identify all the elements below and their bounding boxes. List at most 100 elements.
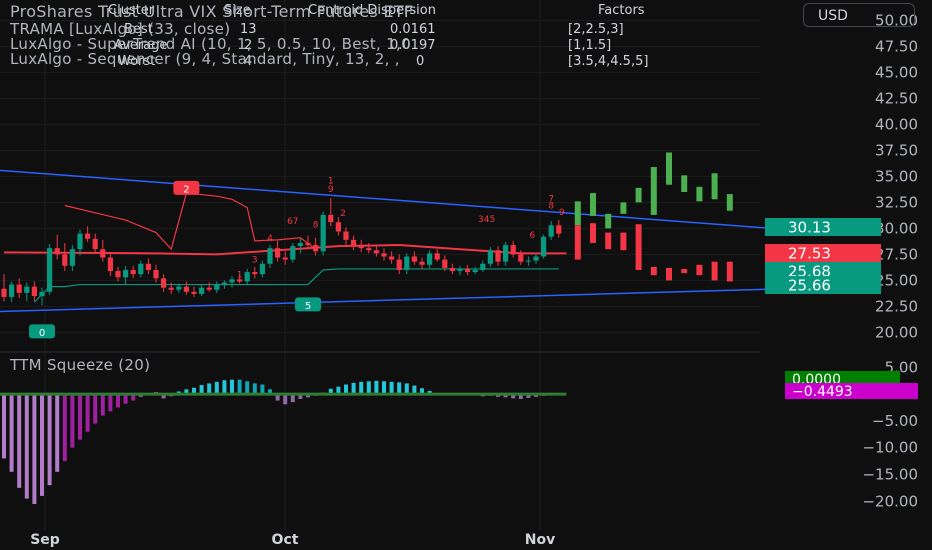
candle bbox=[244, 268, 250, 285]
candle-body bbox=[183, 286, 189, 292]
price-tick-label: 37.50 bbox=[875, 141, 918, 159]
candle-body bbox=[320, 214, 326, 252]
candle-body bbox=[548, 225, 554, 237]
osc-tick-label: −20.00 bbox=[862, 492, 918, 510]
candle bbox=[373, 246, 379, 257]
sequencer-count: 6 bbox=[529, 231, 535, 241]
candle bbox=[69, 245, 75, 272]
sequencer-count: 9 bbox=[559, 208, 565, 218]
sequencer-count: 4 bbox=[267, 234, 273, 244]
candle-body bbox=[259, 263, 265, 275]
candle-body bbox=[85, 233, 91, 239]
signal-bar bbox=[605, 213, 612, 229]
candle-body bbox=[54, 248, 60, 255]
candle-body bbox=[130, 270, 136, 275]
candle-body bbox=[252, 272, 258, 275]
candle bbox=[541, 234, 547, 259]
price-axis[interactable]: 20.00 22.50 25.00 27.50 30.00 32.50 35.00 37.50… bbox=[875, 11, 918, 341]
candle bbox=[54, 234, 60, 260]
candle bbox=[100, 239, 106, 262]
sequencer-count: 9 bbox=[328, 185, 334, 195]
osc-bar bbox=[47, 394, 52, 486]
currency-selector[interactable]: USD bbox=[803, 3, 915, 27]
time-tick-label: Oct bbox=[272, 532, 299, 548]
candle bbox=[457, 265, 463, 276]
squeeze-badge: −0.4493 bbox=[785, 383, 918, 400]
symbol-title[interactable]: ProShares Trust Ultra VIX Short-Term Fut… bbox=[10, 2, 413, 21]
osc-bar bbox=[55, 394, 60, 472]
table-cell: 0 bbox=[416, 54, 425, 69]
osc-tick-label: −5.00 bbox=[872, 412, 918, 430]
candle bbox=[206, 282, 212, 292]
candle-body bbox=[206, 287, 212, 290]
candle bbox=[320, 211, 326, 256]
candle bbox=[123, 265, 129, 285]
chart-canvas[interactable]: 20513467 81923456789 20.0022.5025.0027.50… bbox=[0, 0, 932, 550]
candle-body bbox=[69, 249, 75, 266]
candle-body bbox=[168, 287, 174, 290]
time-tick-label: Sep bbox=[30, 532, 60, 548]
price-tick-label: 27.50 bbox=[875, 245, 918, 263]
candle-body bbox=[221, 282, 227, 285]
candle bbox=[556, 220, 562, 238]
candle bbox=[1, 274, 7, 302]
candle bbox=[465, 264, 471, 276]
candle-body bbox=[39, 291, 45, 296]
candle-body bbox=[442, 259, 448, 268]
candle-body bbox=[556, 225, 562, 234]
price-tick-label: 20.00 bbox=[875, 323, 918, 341]
candle-body bbox=[115, 271, 121, 278]
candle-body bbox=[77, 233, 83, 250]
candle bbox=[335, 216, 341, 236]
squeeze-badge-text: −0.4493 bbox=[792, 384, 853, 400]
sequencer-count: 3 bbox=[252, 256, 258, 266]
candle-body bbox=[138, 263, 144, 275]
candle-body bbox=[107, 257, 113, 272]
candle bbox=[449, 263, 455, 275]
candle bbox=[480, 260, 486, 273]
candle-body bbox=[510, 245, 516, 255]
osc-bar bbox=[374, 380, 379, 395]
signal-bar bbox=[574, 201, 581, 226]
candle bbox=[115, 266, 121, 282]
candle-body bbox=[267, 248, 273, 264]
candle bbox=[419, 257, 425, 269]
signal-bar bbox=[635, 187, 642, 203]
price-badge-text: 30.13 bbox=[788, 219, 831, 237]
candle bbox=[183, 281, 189, 295]
price-tick-label: 42.50 bbox=[875, 89, 918, 107]
osc-bar bbox=[404, 383, 409, 395]
price-tick-label: 30.00 bbox=[875, 219, 918, 237]
time-axis[interactable]: Sep Oct Nov bbox=[30, 532, 555, 548]
osc-bar bbox=[207, 383, 212, 395]
candle bbox=[130, 265, 136, 279]
table-cell: [3.5,4,4.5,5] bbox=[568, 54, 649, 69]
candle bbox=[199, 284, 205, 296]
candle bbox=[145, 258, 151, 275]
candle bbox=[153, 264, 159, 283]
candle-body bbox=[176, 286, 182, 290]
osc-bar bbox=[70, 394, 75, 448]
osc-bar bbox=[17, 394, 22, 488]
candle-body bbox=[161, 278, 167, 288]
price-tick-label: 25.00 bbox=[875, 271, 918, 289]
candle-body bbox=[541, 236, 547, 257]
osc-tick-label: −10.00 bbox=[862, 439, 918, 457]
candle-body bbox=[62, 254, 68, 266]
candle bbox=[191, 286, 197, 298]
osc-bar bbox=[85, 394, 90, 432]
osc-bar bbox=[389, 381, 394, 395]
candle-body bbox=[480, 263, 486, 270]
candle bbox=[389, 251, 395, 264]
signal-bar bbox=[696, 186, 703, 202]
candle-body bbox=[290, 246, 296, 260]
candle bbox=[525, 256, 531, 266]
signal-bar bbox=[711, 261, 718, 281]
candle-body bbox=[411, 256, 417, 262]
candle bbox=[533, 253, 539, 264]
candle-body bbox=[495, 250, 501, 262]
squeeze-title[interactable]: TTM Squeeze (20) bbox=[10, 356, 150, 374]
signal-bar bbox=[605, 232, 612, 250]
indicator-sequencer-label[interactable]: LuxAlgo - Sequencer (9, 4, Standard, Tin… bbox=[10, 50, 400, 68]
signal-bar bbox=[620, 232, 627, 251]
